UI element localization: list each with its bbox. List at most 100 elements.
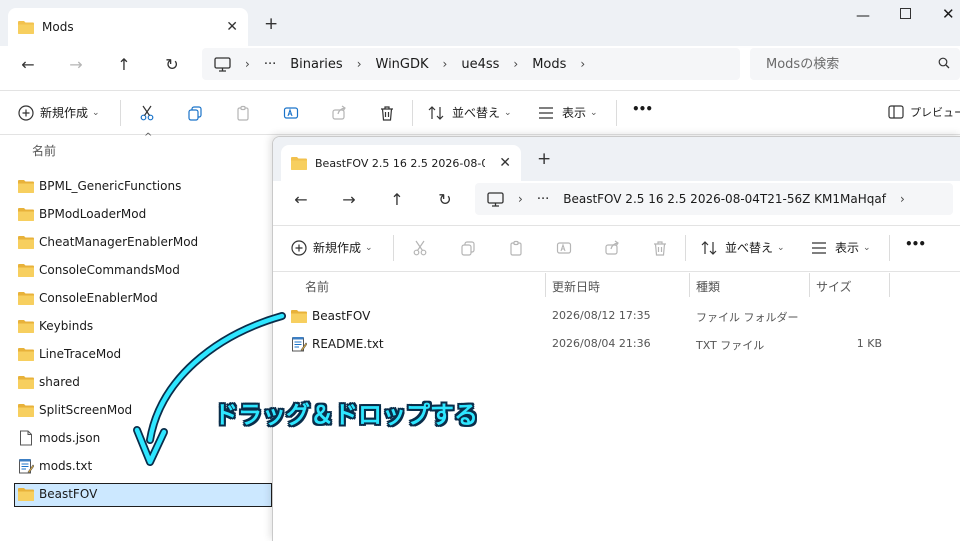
preview-button[interactable]: プレビュー	[888, 104, 960, 120]
new-tab-plus-icon[interactable]: +	[537, 149, 551, 169]
forward-arrow-icon[interactable]: →	[64, 52, 88, 76]
scissors-icon[interactable]	[409, 237, 431, 259]
column-header-modified[interactable]: 更新日時	[552, 278, 600, 295]
table-row[interactable]: README.txt	[291, 330, 384, 358]
refresh-icon[interactable]: ↻	[160, 52, 184, 76]
back-arrow-icon[interactable]: ←	[16, 52, 40, 76]
share-icon[interactable]	[328, 102, 350, 124]
delete-icon[interactable]	[649, 237, 671, 259]
list-item[interactable]: BPML_GenericFunctions	[18, 172, 181, 200]
cell-size: 1 KB	[856, 337, 882, 350]
computer-icon	[214, 56, 231, 72]
chevron-right-icon[interactable]: ›	[580, 57, 585, 71]
file-name: BPModLoaderMod	[39, 207, 147, 221]
rename-icon[interactable]	[280, 102, 302, 124]
file-name: BeastFOV	[312, 309, 371, 323]
column-divider	[689, 273, 690, 297]
column-header-name[interactable]: 名前	[32, 142, 56, 159]
breadcrumb-ue4ss[interactable]: ue4ss	[461, 57, 499, 72]
close-icon[interactable]: ✕	[226, 19, 238, 35]
forward-arrow-icon[interactable]: →	[337, 187, 361, 211]
drag-and-drop-callout: ドラッグ＆ドロップする	[214, 401, 478, 429]
up-arrow-icon[interactable]: ↑	[112, 52, 136, 76]
close-window-icon[interactable]: ✕	[942, 5, 955, 23]
search-input[interactable]	[764, 55, 928, 73]
chevron-right-icon[interactable]: ›	[518, 192, 523, 206]
address-bar[interactable]: › ··· Binaries › WinGDK › ue4ss › Mods ›	[202, 48, 740, 80]
list-view-icon	[811, 241, 827, 255]
divider	[0, 90, 960, 91]
list-item[interactable]: shared	[18, 368, 80, 396]
tab-bar: Mods ✕ + — ✕	[0, 0, 960, 46]
file-name: BPML_GenericFunctions	[39, 179, 182, 193]
breadcrumb-beastfov[interactable]: BeastFOV 2.5 16 2.5 2026-08-04T21-56Z KM…	[563, 192, 886, 206]
search-icon	[938, 57, 950, 72]
list-item[interactable]: SplitScreenMod	[18, 396, 132, 424]
chevron-right-icon[interactable]: ›	[245, 57, 250, 71]
list-item[interactable]: CheatManagerEnablerMod	[18, 228, 198, 256]
column-header-name[interactable]: 名前	[305, 278, 329, 295]
more-options-button[interactable]: •••	[905, 237, 926, 251]
file-name: CheatManagerEnablerMod	[39, 235, 199, 249]
ellipsis-icon[interactable]: ···	[537, 192, 549, 207]
tab-beastfov[interactable]: BeastFOV 2.5 16 2.5 2026-08-0 ✕	[281, 145, 521, 181]
view-button[interactable]: 表示 ⌄	[538, 104, 598, 121]
folder-icon	[18, 178, 34, 194]
column-header-size[interactable]: サイズ	[816, 278, 852, 295]
more-options-button[interactable]: •••	[632, 102, 653, 116]
list-item[interactable]: mods.json	[18, 424, 100, 452]
rename-icon[interactable]	[553, 237, 575, 259]
sort-arrows-icon	[428, 105, 444, 121]
chevron-right-icon[interactable]: ›	[357, 57, 362, 71]
breadcrumb-binaries[interactable]: Binaries	[290, 57, 342, 72]
sort-button[interactable]: 並べ替え ⌄	[701, 239, 785, 256]
view-button[interactable]: 表示 ⌄	[811, 239, 871, 256]
copy-icon[interactable]	[457, 237, 479, 259]
new-button[interactable]: 新規作成 ⌄	[18, 104, 100, 121]
up-arrow-icon[interactable]: ↑	[385, 187, 409, 211]
chevron-down-icon: ⌄	[92, 107, 100, 118]
list-item[interactable]: Keybinds	[18, 312, 93, 340]
share-icon[interactable]	[601, 237, 623, 259]
tab-bar: BeastFOV 2.5 16 2.5 2026-08-0 ✕ +	[273, 137, 960, 181]
paste-icon[interactable]	[232, 102, 254, 124]
maximize-icon[interactable]	[900, 8, 911, 19]
explorer-window-beastfov: BeastFOV 2.5 16 2.5 2026-08-0 ✕ + ← → ↑ …	[272, 136, 960, 541]
list-item[interactable]: mods.txt	[18, 452, 92, 480]
close-icon[interactable]: ✕	[499, 155, 511, 171]
sort-arrows-icon	[701, 240, 717, 256]
chevron-right-icon[interactable]: ›	[443, 57, 448, 71]
list-item[interactable]: ConsoleCommandsMod	[18, 256, 180, 284]
file-name: ConsoleCommandsMod	[39, 263, 180, 277]
list-item[interactable]: LineTraceMod	[18, 340, 121, 368]
file-name: SplitScreenMod	[39, 403, 133, 417]
back-arrow-icon[interactable]: ←	[289, 187, 313, 211]
sort-button[interactable]: 並べ替え ⌄	[428, 104, 512, 121]
tab-mods[interactable]: Mods ✕	[8, 8, 248, 46]
new-button[interactable]: 新規作成 ⌄	[291, 239, 373, 256]
delete-icon[interactable]	[376, 102, 398, 124]
copy-icon[interactable]	[184, 102, 206, 124]
toolbar-separator	[616, 100, 617, 126]
breadcrumb-wingdk[interactable]: WinGDK	[376, 57, 429, 72]
more-icon: •••	[632, 102, 653, 116]
chevron-down-icon: ⌄	[777, 242, 785, 253]
minimize-icon[interactable]: —	[856, 8, 870, 24]
chevron-right-icon[interactable]: ›	[513, 57, 518, 71]
paste-icon[interactable]	[505, 237, 527, 259]
table-row[interactable]: BeastFOV	[291, 302, 370, 330]
chevron-right-icon[interactable]: ›	[900, 192, 905, 206]
new-tab-plus-icon[interactable]: +	[264, 14, 278, 34]
list-item[interactable]: ConsoleEnablerMod	[18, 284, 158, 312]
list-item[interactable]: BPModLoaderMod	[18, 200, 146, 228]
ellipsis-icon[interactable]: ···	[264, 57, 276, 72]
breadcrumb-mods[interactable]: Mods	[532, 57, 566, 72]
column-header-type[interactable]: 種類	[696, 278, 720, 295]
search-box[interactable]	[750, 48, 960, 80]
list-item[interactable]: BeastFOV	[18, 480, 97, 508]
address-bar[interactable]: › ··· BeastFOV 2.5 16 2.5 2026-08-04T21-…	[475, 183, 953, 215]
folder-icon	[18, 486, 34, 502]
column-divider	[545, 273, 546, 297]
refresh-icon[interactable]: ↻	[433, 187, 457, 211]
scissors-icon[interactable]	[136, 102, 158, 124]
